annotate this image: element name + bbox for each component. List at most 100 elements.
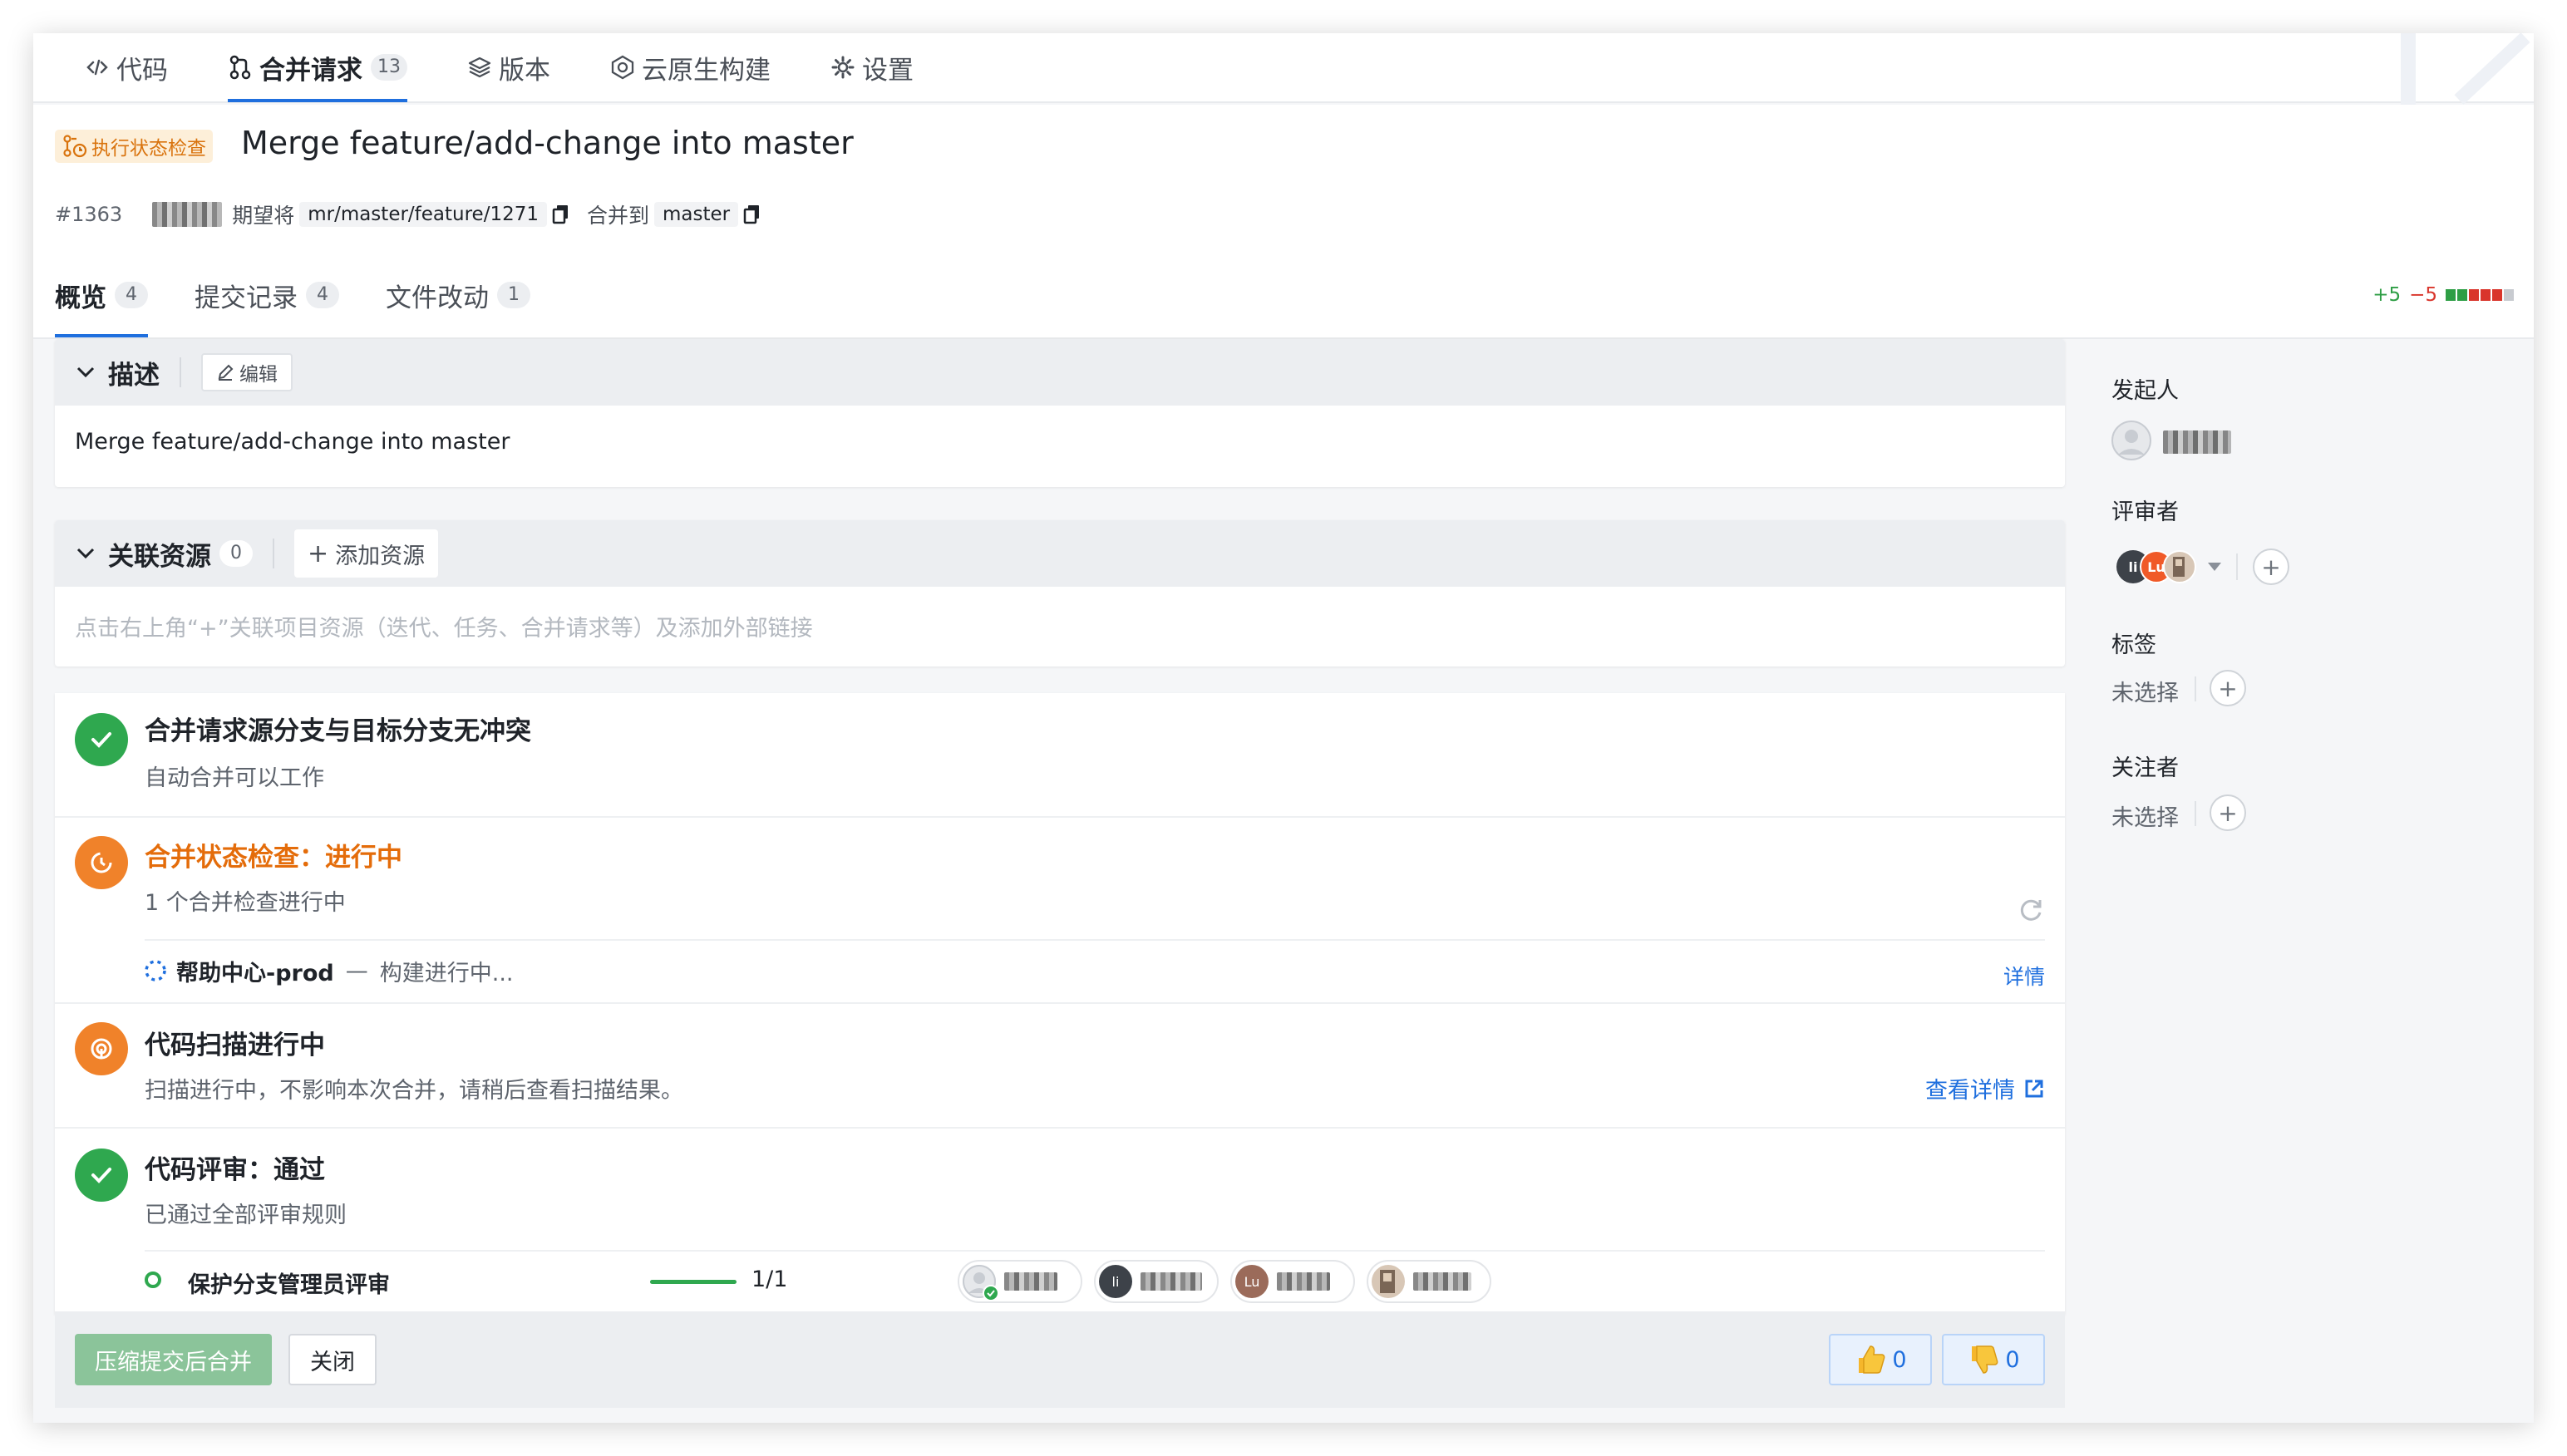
review-progress-fill xyxy=(650,1280,737,1284)
nav-cloud-build[interactable]: 云原生构建 xyxy=(610,33,771,102)
copy-target-branch-icon[interactable] xyxy=(743,204,761,225)
pencil-icon xyxy=(216,363,234,381)
merge-request-id: #1363 xyxy=(55,203,123,226)
labels-label: 标签 xyxy=(2111,632,2156,658)
code-scan-title: 代码扫描进行中 xyxy=(145,1031,325,1060)
author-name-redacted xyxy=(2163,430,2231,454)
diff-bar-add xyxy=(2457,289,2467,301)
copy-source-branch-icon[interactable] xyxy=(552,204,570,225)
diff-bar-neutral xyxy=(2504,289,2514,301)
reviewer-name-redacted xyxy=(1277,1272,1330,1291)
merge-to-text: 合并到 xyxy=(587,204,650,228)
tab-commits-count: 4 xyxy=(306,282,339,308)
build-job-row: 帮助中心-prod — 构建进行中... xyxy=(143,946,513,996)
code-review-sub: 已通过全部评审规则 xyxy=(145,1203,347,1228)
author-avatar[interactable] xyxy=(2111,421,2151,464)
nav-code[interactable]: 代码 xyxy=(85,33,168,102)
related-resources-card: 关联资源 0 + 添加资源 点击右上角“+”关联项目资源（迭代、任务、合并请求等… xyxy=(55,520,2065,667)
divider xyxy=(145,939,2045,941)
caret-down-icon[interactable] xyxy=(2206,560,2223,576)
thumbs-up-button[interactable]: 0 xyxy=(1829,1334,1932,1385)
tab-overview-count: 4 xyxy=(115,282,148,308)
view-scan-details-label: 查看详情 xyxy=(1925,1078,2015,1104)
check-circle-icon xyxy=(75,713,128,766)
review-rule-name: 保护分支管理员评审 xyxy=(188,1272,390,1298)
diff-bar-del xyxy=(2492,289,2502,301)
chevron-down-icon[interactable] xyxy=(75,362,96,383)
build-job-name: 帮助中心-prod xyxy=(176,960,334,986)
diff-stat: +5 −5 xyxy=(2372,251,2515,339)
reviewers-label: 评审者 xyxy=(2111,499,2179,525)
description-header[interactable]: 描述 编辑 xyxy=(55,339,2065,406)
divider xyxy=(2236,553,2238,580)
divider xyxy=(273,539,274,568)
nav-settings[interactable]: 设置 xyxy=(830,33,914,102)
thumbs-up-icon xyxy=(1854,1343,1887,1376)
reviewer-chip[interactable]: li xyxy=(1094,1260,1219,1303)
check-circle-icon xyxy=(75,1149,128,1202)
tab-commits-label: 提交记录 xyxy=(195,283,298,313)
related-resources-title: 关联资源 xyxy=(108,541,211,572)
divider xyxy=(180,357,181,387)
edit-description-button[interactable]: 编辑 xyxy=(201,353,293,391)
thumbs-up-count: 0 xyxy=(1892,1346,1907,1373)
nav-cloud-build-label: 云原生构建 xyxy=(642,55,771,86)
scan-icon xyxy=(75,1022,128,1075)
description-body: Merge feature/add-change into master xyxy=(75,429,510,455)
conflict-check-title: 合并请求源分支与目标分支无冲突 xyxy=(145,716,531,746)
tab-overview[interactable]: 概览 4 xyxy=(55,251,148,339)
reviewer-name-redacted xyxy=(1413,1272,1471,1291)
build-job-status: 构建进行中... xyxy=(379,960,514,986)
code-scan-row: 代码扫描进行中 扫描进行中，不影响本次合并，请稍后查看扫描结果。 查看详情 xyxy=(55,1004,2065,1129)
status-check-title: 合并状态检查：进行中 xyxy=(145,843,402,873)
top-navigation: 代码 合并请求 13 版本 云原生构建 设置 xyxy=(33,33,2534,129)
spinner-icon xyxy=(143,958,168,983)
add-watcher-button[interactable]: + xyxy=(2210,794,2246,831)
build-job-dash: — xyxy=(345,957,368,984)
reviewer-chip[interactable] xyxy=(1367,1260,1491,1303)
related-resources-count: 0 xyxy=(219,540,253,567)
nav-settings-label: 设置 xyxy=(862,55,914,86)
build-detail-link[interactable]: 详情 xyxy=(2003,961,2045,991)
external-link-icon xyxy=(2023,1078,2045,1099)
rule-status-dot xyxy=(145,1272,161,1288)
refresh-icon[interactable] xyxy=(2017,896,2045,927)
related-resources-header[interactable]: 关联资源 0 + 添加资源 xyxy=(55,520,2065,587)
nav-versions[interactable]: 版本 xyxy=(467,33,550,102)
reviewer-chip[interactable] xyxy=(958,1260,1082,1303)
conflict-check-sub: 自动合并可以工作 xyxy=(145,765,324,791)
tab-file-changes[interactable]: 文件改动 1 xyxy=(386,251,530,339)
target-branch[interactable]: master xyxy=(654,202,739,227)
approved-check-icon xyxy=(983,1285,999,1301)
edit-label: 编辑 xyxy=(239,364,278,386)
review-progress-text: 1/1 xyxy=(751,1267,788,1292)
reviewer-name-redacted xyxy=(1004,1272,1057,1291)
close-button[interactable]: 关闭 xyxy=(288,1334,377,1385)
wish-text: 期望将 xyxy=(232,204,295,228)
thumbs-down-button[interactable]: 0 xyxy=(1942,1334,2045,1385)
add-resource-button[interactable]: + 添加资源 xyxy=(294,529,439,578)
tab-file-changes-count: 1 xyxy=(497,282,530,308)
merge-request-meta: #1363 期望将 mr/master/feature/1271 合并到 mas… xyxy=(55,198,778,231)
reviewer-name-redacted xyxy=(1141,1272,1202,1291)
add-resource-label: 添加资源 xyxy=(335,543,426,569)
source-branch[interactable]: mr/master/feature/1271 xyxy=(299,202,547,227)
default-avatar-icon xyxy=(963,1265,999,1301)
related-resources-hint: 点击右上角“+”关联项目资源（迭代、任务、合并请求等）及添加外部链接 xyxy=(75,616,813,642)
code-icon xyxy=(85,55,110,80)
author-name-redacted xyxy=(152,202,223,227)
diff-bar-del xyxy=(2481,289,2491,301)
reviewer-chip[interactable]: Lu xyxy=(1230,1260,1355,1303)
nav-merge-requests[interactable]: 合并请求 13 xyxy=(228,33,407,102)
reviewer-photo-avatar[interactable] xyxy=(2163,550,2196,583)
diff-bar-add xyxy=(2446,289,2456,301)
chevron-down-icon[interactable] xyxy=(75,543,96,564)
code-review-title: 代码评审：通过 xyxy=(145,1155,325,1185)
tab-commits[interactable]: 提交记录 4 xyxy=(195,251,339,339)
add-reviewer-button[interactable]: + xyxy=(2253,548,2289,585)
squash-merge-button[interactable]: 压缩提交后合并 xyxy=(75,1334,272,1385)
status-check-row: 合并状态检查：进行中 1 个合并检查进行中 帮助中心-prod — 构建进行中.… xyxy=(55,818,2065,1004)
add-label-button[interactable]: + xyxy=(2210,670,2246,706)
view-scan-details-link[interactable]: 查看详情 xyxy=(1925,1072,2045,1104)
review-progress-track xyxy=(650,1280,737,1284)
